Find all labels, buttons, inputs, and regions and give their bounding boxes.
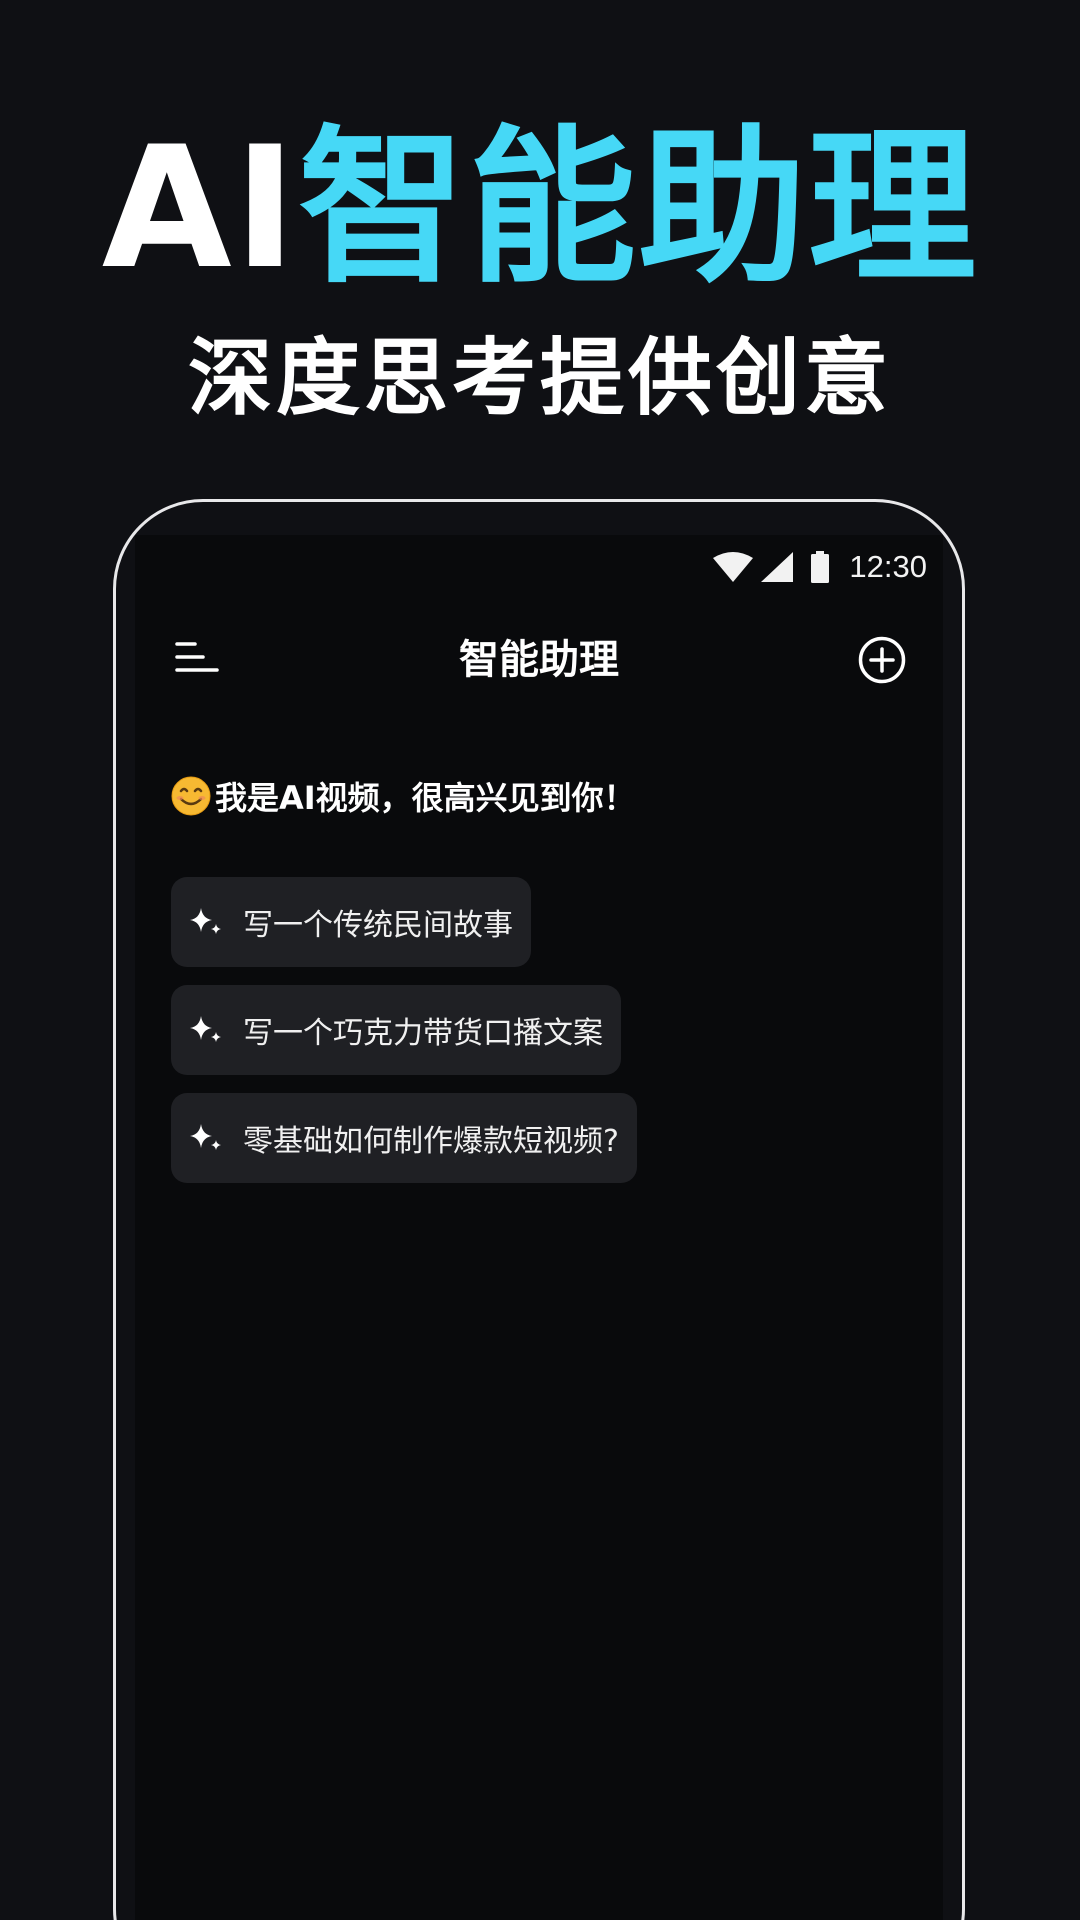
promo-page: AI智能助理 深度思考提供创意 12:30 智能助理 我是AI视频，很高兴见到你… — [0, 0, 1080, 1920]
menu-button[interactable] — [173, 635, 223, 685]
suggestion-label: 写一个巧克力带货口播文案 — [243, 1016, 603, 1051]
sparkle-icon — [190, 1016, 221, 1042]
phone-screen: 12:30 智能助理 我是AI视频，很高兴见到你！ 写一个传统民间故事 写一个巧… — [135, 535, 943, 1920]
status-bar: 12:30 — [135, 535, 943, 595]
wifi-icon — [713, 552, 754, 582]
suggestion-chip[interactable]: 写一个传统民间故事 — [171, 877, 531, 967]
new-chat-button[interactable] — [857, 635, 907, 685]
menu-icon — [175, 642, 219, 672]
status-icons: 12:30 — [713, 547, 927, 587]
hero-subtitle: 深度思考提供创意 — [187, 329, 892, 427]
status-time: 12:30 — [849, 549, 927, 584]
suggestion-label: 写一个传统民间故事 — [243, 908, 513, 943]
cellular-signal-icon — [761, 552, 794, 582]
smiling-face-icon — [171, 776, 211, 816]
suggestion-list: 写一个传统民间故事 写一个巧克力带货口播文案 零基础如何制作爆款短视频? — [171, 877, 637, 1201]
app-title: 智能助理 — [459, 637, 619, 683]
greeting-text: 我是AI视频，很高兴见到你！ — [215, 779, 636, 817]
app-bar: 智能助理 — [135, 615, 943, 705]
suggestion-label: 零基础如何制作爆款短视频? — [243, 1124, 619, 1159]
suggestion-chip[interactable]: 写一个巧克力带货口播文案 — [171, 985, 621, 1075]
sparkle-icon — [190, 1124, 221, 1150]
hero-title-assistant: 智能助理 — [298, 110, 979, 306]
suggestion-chip[interactable]: 零基础如何制作爆款短视频? — [171, 1093, 637, 1183]
hero-title-ai: AI — [101, 110, 299, 306]
add-circle-icon — [858, 636, 906, 684]
hero-title: AI智能助理 — [0, 118, 1080, 298]
battery-icon — [811, 551, 830, 583]
sparkle-icon — [190, 908, 221, 934]
greeting-message: 我是AI视频，很高兴见到你！ — [171, 771, 636, 821]
